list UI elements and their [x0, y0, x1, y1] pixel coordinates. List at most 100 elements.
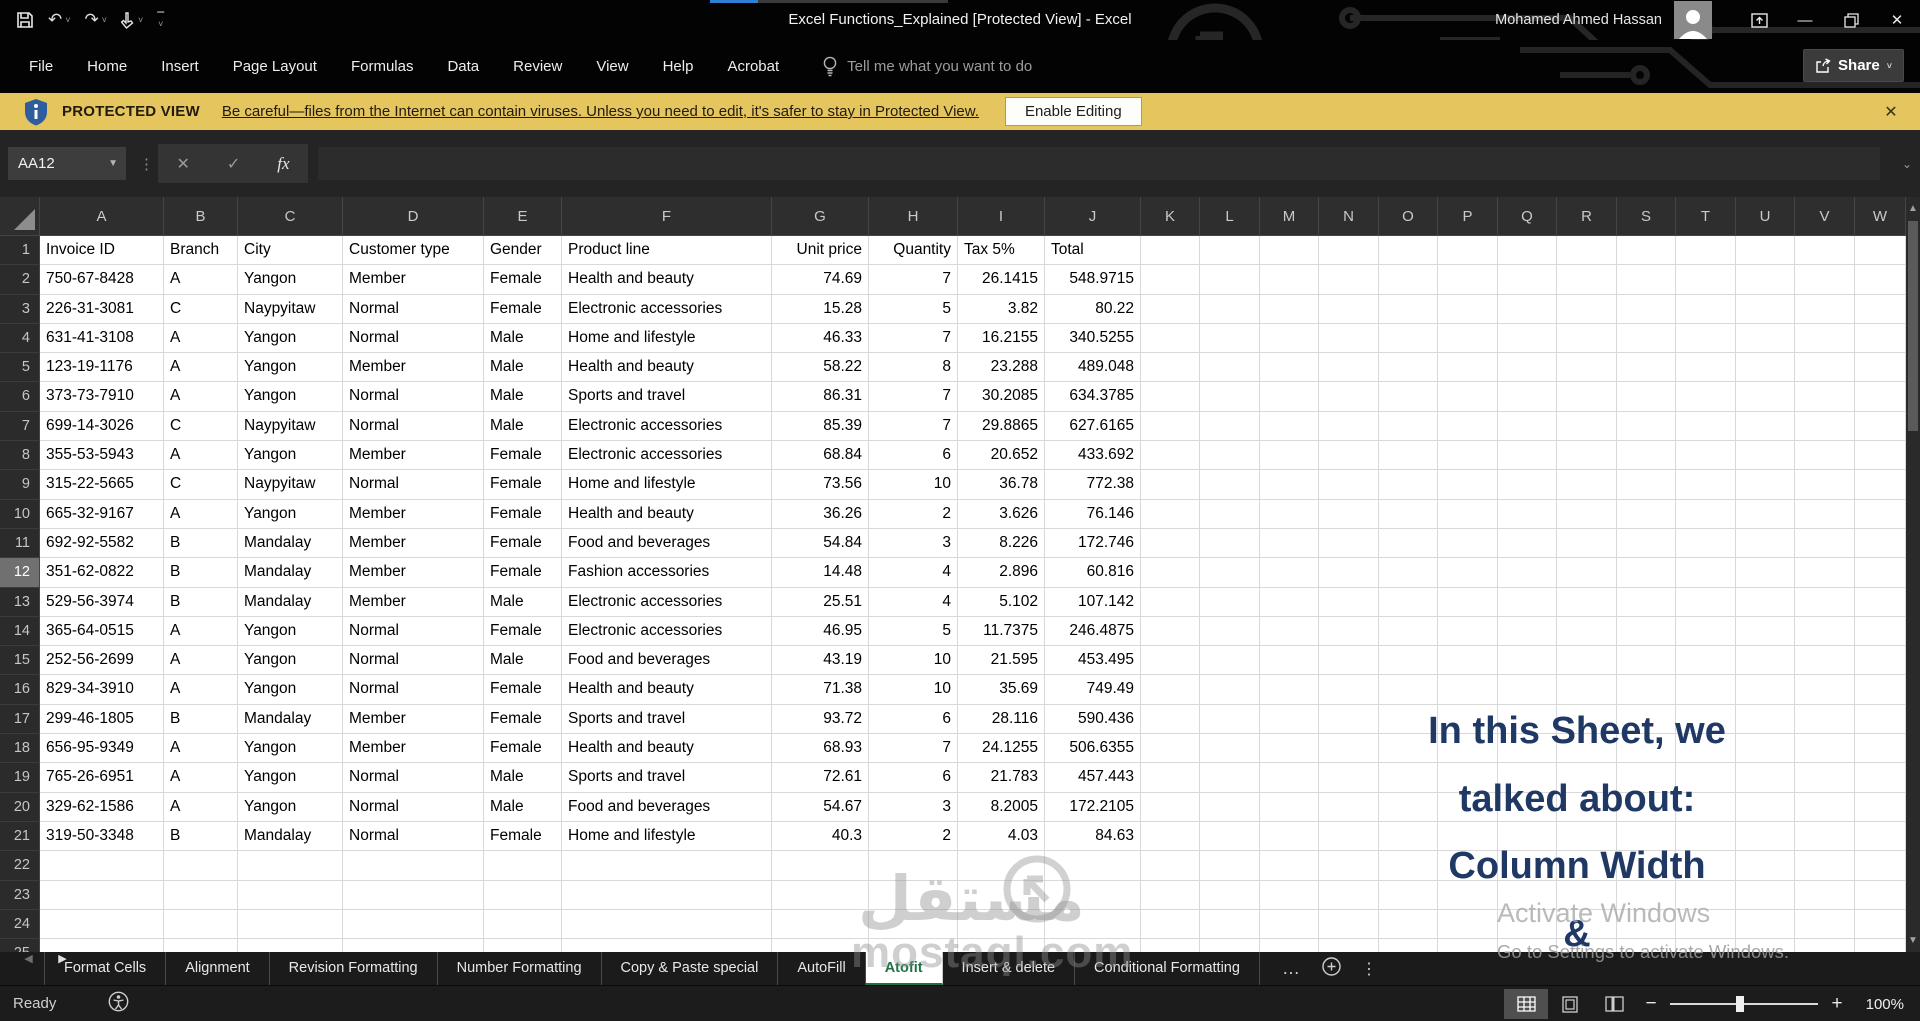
grid-cell[interactable]: [1141, 588, 1200, 617]
grid-cell[interactable]: [1855, 441, 1906, 470]
grid-cell[interactable]: Yangon: [238, 382, 343, 411]
grid-cell[interactable]: [1855, 412, 1906, 441]
grid-cell[interactable]: [1438, 324, 1498, 353]
grid-cell[interactable]: [1260, 793, 1319, 822]
grid-cell[interactable]: 58.22: [772, 353, 869, 382]
grid-cell[interactable]: 8.226: [958, 529, 1045, 558]
grid-cell[interactable]: 71.38: [772, 675, 869, 704]
row-header-8[interactable]: 8: [0, 441, 40, 470]
grid-cell[interactable]: [1855, 793, 1906, 822]
column-header-S[interactable]: S: [1617, 197, 1676, 236]
grid-cell[interactable]: C: [164, 295, 238, 324]
grid-cell[interactable]: A: [164, 763, 238, 792]
column-header-L[interactable]: L: [1200, 197, 1260, 236]
grid-cell[interactable]: 72.61: [772, 763, 869, 792]
grid-cell[interactable]: Invoice ID: [40, 236, 164, 265]
grid-cell[interactable]: [1736, 324, 1795, 353]
grid-cell[interactable]: 627.6165: [1045, 412, 1141, 441]
grid-cell[interactable]: [1260, 295, 1319, 324]
minimize-button[interactable]: —: [1782, 0, 1828, 40]
grid-cell[interactable]: [1260, 529, 1319, 558]
grid-cell[interactable]: Naypyitaw: [238, 470, 343, 499]
ribbon-tab-view[interactable]: View: [579, 40, 645, 93]
grid-cell[interactable]: [40, 910, 164, 939]
grid-cell[interactable]: [343, 851, 484, 880]
grid-cell[interactable]: [562, 910, 772, 939]
grid-cell[interactable]: [1379, 295, 1438, 324]
column-header-V[interactable]: V: [1795, 197, 1855, 236]
column-header-Q[interactable]: Q: [1498, 197, 1557, 236]
grid-cell[interactable]: [1438, 265, 1498, 294]
grid-cell[interactable]: [1438, 529, 1498, 558]
grid-cell[interactable]: [164, 851, 238, 880]
grid-cell[interactable]: City: [238, 236, 343, 265]
grid-cell[interactable]: [1200, 265, 1260, 294]
grid-cell[interactable]: [1557, 529, 1617, 558]
grid-cell[interactable]: [1617, 353, 1676, 382]
row-header-16[interactable]: 16: [0, 675, 40, 704]
grid-cell[interactable]: 246.4875: [1045, 617, 1141, 646]
grid-cell[interactable]: [238, 939, 343, 952]
grid-cell[interactable]: [1200, 851, 1260, 880]
scroll-up-icon[interactable]: ▲: [1906, 203, 1920, 214]
grid-cell[interactable]: 529-56-3974: [40, 588, 164, 617]
grid-cell[interactable]: 7: [869, 382, 958, 411]
enter-icon[interactable]: ✓: [227, 154, 240, 174]
grid-cell[interactable]: [1379, 324, 1438, 353]
grid-cell[interactable]: [1617, 382, 1676, 411]
grid-cell[interactable]: [1617, 470, 1676, 499]
grid-cell[interactable]: 6: [869, 763, 958, 792]
grid-cell[interactable]: [1498, 529, 1557, 558]
grid-cell[interactable]: [1498, 324, 1557, 353]
zoom-slider[interactable]: [1670, 1003, 1818, 1005]
grid-cell[interactable]: [484, 939, 562, 952]
grid-cell[interactable]: [1319, 529, 1379, 558]
grid-cell[interactable]: Normal: [343, 382, 484, 411]
grid-cell[interactable]: Yangon: [238, 793, 343, 822]
avatar[interactable]: [1674, 1, 1712, 39]
grid-cell[interactable]: [1200, 412, 1260, 441]
row-header-4[interactable]: 4: [0, 324, 40, 353]
grid-cell[interactable]: [1200, 295, 1260, 324]
grid-cell[interactable]: [1379, 353, 1438, 382]
grid-cell[interactable]: [1795, 441, 1855, 470]
grid-cell[interactable]: [343, 910, 484, 939]
ribbon-tab-home[interactable]: Home: [70, 40, 144, 93]
grid-cell[interactable]: [1855, 529, 1906, 558]
grid-cell[interactable]: Naypyitaw: [238, 412, 343, 441]
grid-cell[interactable]: 93.72: [772, 705, 869, 734]
grid-cell[interactable]: Electronic accessories: [562, 441, 772, 470]
accessibility-icon[interactable]: [108, 991, 129, 1017]
grid-cell[interactable]: [1438, 441, 1498, 470]
grid-cell[interactable]: Branch: [164, 236, 238, 265]
grid-cell[interactable]: [1379, 265, 1438, 294]
grid-cell[interactable]: [238, 881, 343, 910]
grid-cell[interactable]: Female: [484, 441, 562, 470]
grid-cell[interactable]: 80.22: [1045, 295, 1141, 324]
grid-cell[interactable]: [238, 851, 343, 880]
grid-cell[interactable]: Yangon: [238, 324, 343, 353]
grid-cell[interactable]: Quantity: [869, 236, 958, 265]
restore-button[interactable]: [1828, 0, 1874, 40]
grid-cell[interactable]: [1617, 236, 1676, 265]
grid-cell[interactable]: 26.1415: [958, 265, 1045, 294]
column-header-D[interactable]: D: [343, 197, 484, 236]
row-header-1[interactable]: 1: [0, 236, 40, 265]
grid-cell[interactable]: [1260, 822, 1319, 851]
more-sheets-icon[interactable]: …: [1282, 958, 1302, 979]
grid-cell[interactable]: 36.26: [772, 500, 869, 529]
grid-cell[interactable]: Member: [343, 734, 484, 763]
grid-cell[interactable]: 2.896: [958, 558, 1045, 587]
grid-cell[interactable]: [1676, 588, 1736, 617]
grid-cell[interactable]: [1319, 382, 1379, 411]
grid-cell[interactable]: [1855, 500, 1906, 529]
row-header-24[interactable]: 24: [0, 910, 40, 939]
grid-cell[interactable]: [1141, 236, 1200, 265]
grid-cell[interactable]: [1557, 295, 1617, 324]
grid-cell[interactable]: [1676, 353, 1736, 382]
ribbon-tab-file[interactable]: File: [12, 40, 70, 93]
grid-cell[interactable]: [1379, 617, 1438, 646]
grid-cell[interactable]: Female: [484, 617, 562, 646]
ribbon-tab-insert[interactable]: Insert: [144, 40, 216, 93]
grid-cell[interactable]: [1498, 295, 1557, 324]
